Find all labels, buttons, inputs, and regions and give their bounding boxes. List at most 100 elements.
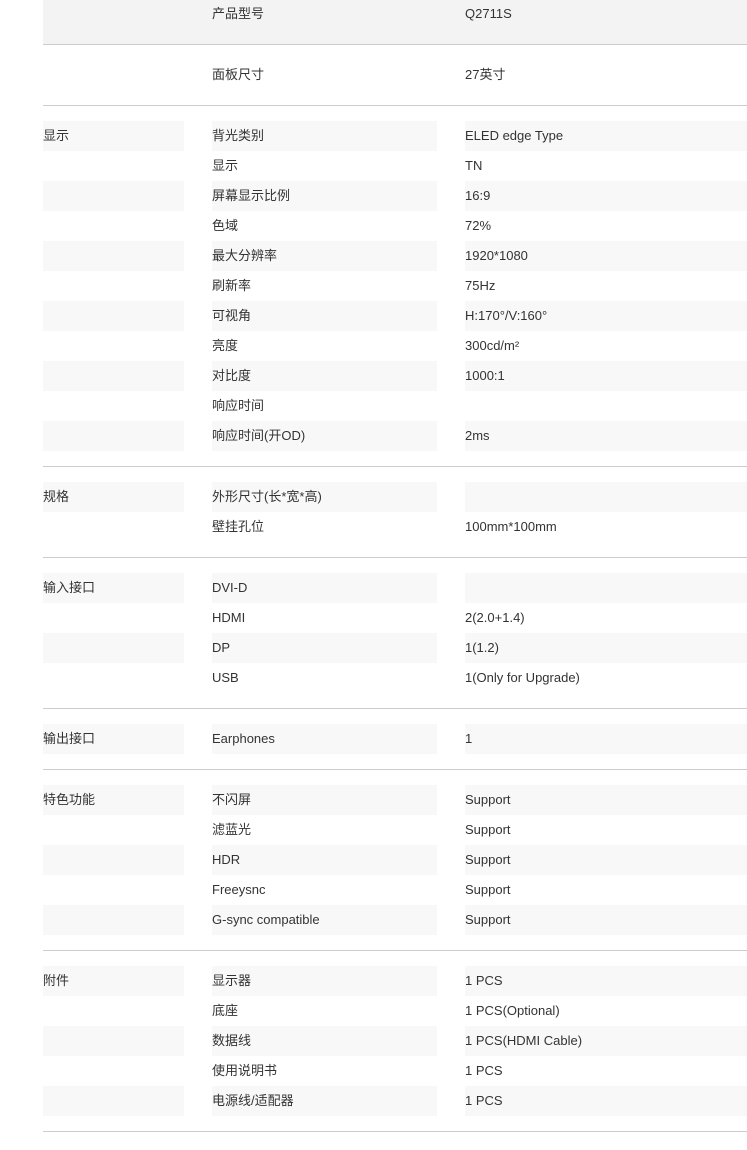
spec-label: 最大分辨率	[212, 241, 437, 271]
spec-value: TN	[465, 158, 483, 173]
spec-value: 75Hz	[465, 278, 496, 293]
spec-value: 1000:1	[465, 361, 747, 391]
section-title-spacer	[43, 1086, 184, 1116]
spec-label: 显示器	[212, 966, 437, 996]
spec-row: 响应时间	[43, 391, 747, 421]
spec-value: 1	[465, 724, 747, 754]
spec-label: 响应时间(开OD)	[212, 421, 437, 451]
spec-label: 壁挂孔位	[212, 519, 265, 534]
spec-row: 亮度 300cd/m²	[43, 331, 747, 361]
spec-value	[465, 573, 747, 603]
section-title-spacer	[43, 361, 184, 391]
section-title-spacer	[43, 301, 184, 331]
section-title-spacer	[43, 181, 184, 211]
spec-row-panel-size: 面板尺寸 27英寸	[43, 45, 747, 106]
spec-label: 底座	[212, 1003, 239, 1018]
spec-label: DP	[212, 633, 437, 663]
section-title-spacer	[43, 512, 184, 542]
spec-label: 可视角	[212, 301, 437, 331]
section-title: 输入接口	[43, 573, 184, 603]
spec-row: Freeysnc Support	[43, 875, 747, 905]
section-title-spacer	[43, 905, 184, 935]
model-value: Q2711S	[465, 6, 512, 21]
spec-value: 2(2.0+1.4)	[465, 610, 525, 625]
spec-label: HDR	[212, 845, 437, 875]
spec-label: USB	[212, 670, 239, 685]
panel-size-label: 面板尺寸	[212, 67, 265, 82]
spec-row: 附件 显示器 1 PCS	[43, 966, 747, 996]
spec-section-features: 特色功能 不闪屏 Support 滤蓝光 Support HDR Support Freeys…	[43, 770, 747, 951]
spec-row: 屏幕显示比例 16:9	[43, 181, 747, 211]
section-title: 特色功能	[43, 785, 184, 815]
section-title-spacer	[43, 331, 184, 361]
spec-sections: 显示 背光类别 ELED edge Type 显示 TN 屏幕显示比例 16:9 色域 72% 最…	[43, 106, 747, 1132]
spec-row: 壁挂孔位 100mm*100mm	[43, 512, 747, 542]
spec-section-accessories: 附件 显示器 1 PCS 底座 1 PCS(Optional) 数据线 1 PCS(HDMI…	[43, 951, 747, 1132]
spec-value: 1920*1080	[465, 241, 747, 271]
spec-row: G-sync compatible Support	[43, 905, 747, 935]
spec-label: Earphones	[212, 724, 437, 754]
spec-label: 刷新率	[212, 278, 252, 293]
spec-value	[465, 482, 747, 512]
spec-label: G-sync compatible	[212, 905, 437, 935]
spec-row: HDMI 2(2.0+1.4)	[43, 603, 747, 633]
spec-row: 数据线 1 PCS(HDMI Cable)	[43, 1026, 747, 1056]
section-title-spacer	[43, 421, 184, 451]
spec-row: 使用说明书 1 PCS	[43, 1056, 747, 1086]
spec-value: 16:9	[465, 181, 747, 211]
spec-row: HDR Support	[43, 845, 747, 875]
spec-section-input-ports: 输入接口 DVI-D HDMI 2(2.0+1.4) DP 1(1.2) USB 1(Only…	[43, 558, 747, 709]
spec-label: DVI-D	[212, 573, 437, 603]
spec-value: 1(Only for Upgrade)	[465, 670, 580, 685]
section-title-spacer	[43, 603, 184, 633]
spec-row-model: 产品型号 Q2711S	[43, 0, 747, 45]
spec-row: 输出接口 Earphones 1	[43, 724, 747, 754]
model-label: 产品型号	[212, 6, 265, 21]
spec-label: 响应时间	[212, 398, 265, 413]
spec-value: Support	[465, 822, 511, 837]
spec-value: 1 PCS(Optional)	[465, 1003, 560, 1018]
spec-value: 1 PCS	[465, 966, 747, 996]
spec-value: 100mm*100mm	[465, 519, 557, 534]
section-title-spacer	[43, 211, 184, 241]
section-title-spacer	[43, 815, 184, 845]
spec-value	[465, 391, 747, 421]
spec-section-display: 显示 背光类别 ELED edge Type 显示 TN 屏幕显示比例 16:9 色域 72% 最…	[43, 106, 747, 467]
section-title-spacer	[43, 633, 184, 663]
spec-value: Support	[465, 882, 511, 897]
spec-value: Support	[465, 785, 747, 815]
spec-value: 1 PCS	[465, 1063, 503, 1078]
spec-row: USB 1(Only for Upgrade)	[43, 663, 747, 693]
spec-row: 刷新率 75Hz	[43, 271, 747, 301]
section-title-spacer	[43, 875, 184, 905]
section-title: 规格	[43, 482, 184, 512]
spec-row: 规格 外形尺寸(长*宽*高)	[43, 482, 747, 512]
spec-label: 使用说明书	[212, 1063, 278, 1078]
spec-value: 2ms	[465, 421, 747, 451]
spec-row: 色域 72%	[43, 211, 747, 241]
spec-value: ELED edge Type	[465, 121, 747, 151]
spec-value: 1 PCS(HDMI Cable)	[465, 1026, 747, 1056]
section-title-spacer	[43, 1026, 184, 1056]
spec-row: 响应时间(开OD) 2ms	[43, 421, 747, 451]
spec-label: 色域	[212, 218, 239, 233]
spec-value: 1 PCS	[465, 1086, 747, 1116]
spec-section-specs: 规格 外形尺寸(长*宽*高) 壁挂孔位 100mm*100mm	[43, 467, 747, 558]
spec-section-output-ports: 输出接口 Earphones 1	[43, 709, 747, 770]
spec-row: 对比度 1000:1	[43, 361, 747, 391]
spec-label: 滤蓝光	[212, 822, 252, 837]
section-title-spacer	[43, 151, 184, 181]
spec-table: 产品型号 Q2711S 面板尺寸 27英寸 显示 背光类别 ELED edge Ty…	[43, 0, 747, 1132]
spec-label: 对比度	[212, 361, 437, 391]
section-title-spacer	[43, 271, 184, 301]
section-title: 显示	[43, 121, 184, 151]
panel-size-value: 27英寸	[465, 67, 506, 82]
spec-row: 特色功能 不闪屏 Support	[43, 785, 747, 815]
section-title-spacer	[43, 241, 184, 271]
section-title: 输出接口	[43, 724, 184, 754]
spec-label: 不闪屏	[212, 785, 437, 815]
section-title-spacer	[43, 845, 184, 875]
spec-row: 滤蓝光 Support	[43, 815, 747, 845]
spec-row: 显示 TN	[43, 151, 747, 181]
spec-value: H:170°/V:160°	[465, 301, 747, 331]
